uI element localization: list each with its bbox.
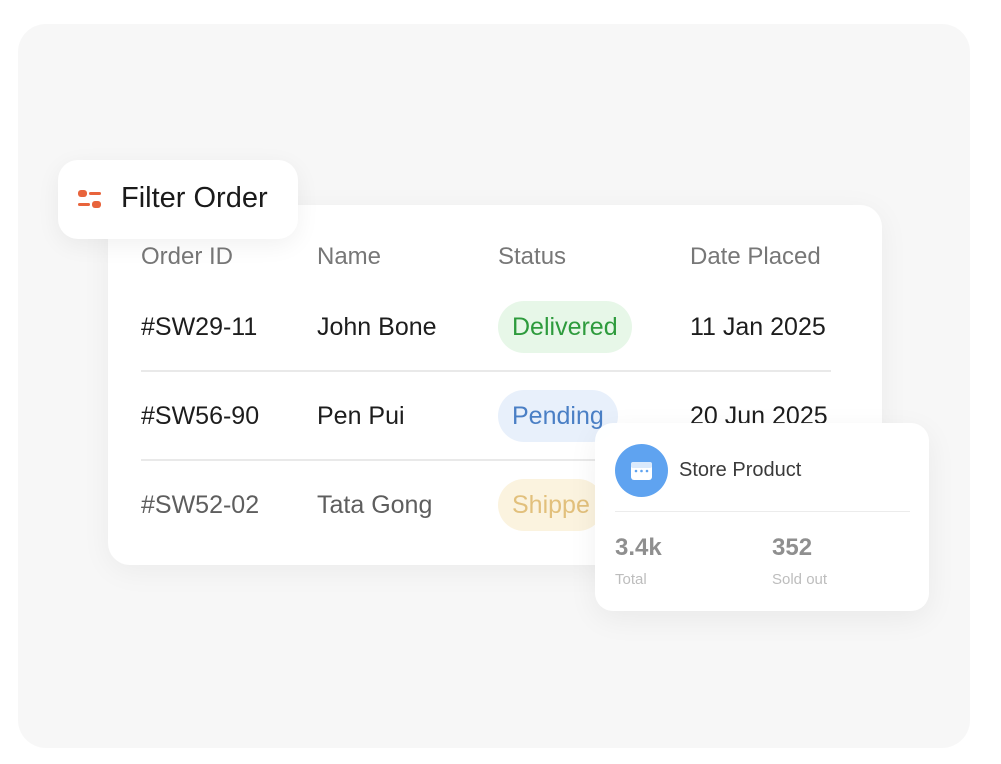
header-order-id: Order ID bbox=[141, 243, 234, 270]
store-product-card: Store Product 3.4k Total 352 Sold out bbox=[595, 423, 929, 611]
sold-out-value: 352 bbox=[772, 534, 813, 561]
order-id-cell: #SW56-90 bbox=[141, 402, 260, 430]
status-badge: Delivered bbox=[498, 301, 632, 353]
filter-order-label: Filter Order bbox=[121, 182, 268, 214]
status-badge-delivered: Delivered bbox=[498, 301, 632, 353]
customer-name-cell: Pen Pui bbox=[317, 402, 405, 430]
total-label: Total bbox=[615, 571, 647, 588]
row-divider bbox=[141, 370, 831, 372]
header-name: Name bbox=[317, 243, 382, 270]
header-date-placed: Date Placed bbox=[690, 243, 821, 270]
order-id-cell: #SW29-11 bbox=[141, 313, 258, 341]
date-placed-cell: 11 Jan 2025 bbox=[690, 313, 826, 341]
filter-sliders-icon bbox=[75, 187, 105, 213]
customer-name-cell: John Bone bbox=[317, 313, 437, 341]
order-id-cell: #SW52-02 bbox=[141, 491, 260, 519]
status-badge: Shippe bbox=[498, 479, 604, 531]
filter-order-button[interactable]: Filter Order bbox=[58, 160, 298, 239]
sold-out-label: Sold out bbox=[772, 571, 828, 588]
header-status: Status bbox=[498, 243, 567, 270]
status-badge-shipped: Shippe bbox=[498, 479, 604, 531]
total-value: 3.4k bbox=[615, 534, 662, 561]
storefront-icon bbox=[615, 444, 668, 497]
store-product-title: Store Product bbox=[679, 459, 802, 481]
card-divider bbox=[615, 511, 910, 512]
customer-name-cell: Tata Gong bbox=[317, 491, 433, 519]
